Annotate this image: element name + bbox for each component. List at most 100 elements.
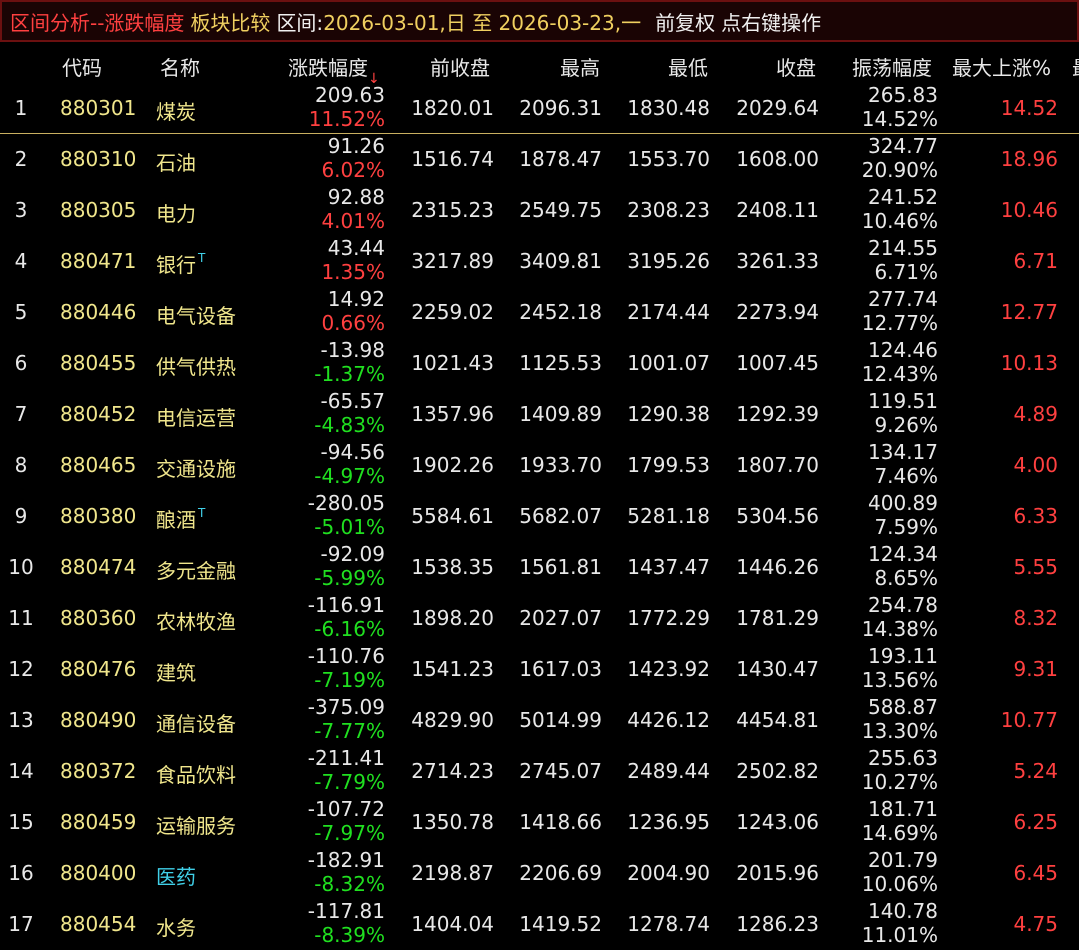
row-high: 3409.81 [519, 249, 602, 273]
row-code[interactable]: 880372 [60, 759, 136, 783]
row-max-up: 8.32 [1013, 606, 1058, 630]
row-name-text: 多元金融 [156, 559, 236, 583]
row-name[interactable]: 电力 [156, 198, 196, 227]
col-code[interactable]: 代码 [62, 52, 102, 81]
col-change[interactable]: 涨跌幅度↓ [288, 52, 380, 87]
row-amplitude: 255.63 10.27% [862, 746, 938, 794]
col-low[interactable]: 最低 [668, 52, 708, 81]
table-row[interactable]: 5 880446 电气设备 14.92 0.66% 2259.02 2452.18 2174.… [0, 287, 1079, 338]
row-amplitude: 201.79 10.06% [862, 848, 938, 896]
row-name[interactable]: 电气设备 [156, 300, 236, 329]
row-code[interactable]: 880446 [60, 300, 136, 324]
row-name[interactable]: 通信设备 [156, 708, 236, 737]
row-change: -375.09 -7.77% [308, 695, 385, 743]
row-change-pct: -4.97% [314, 464, 385, 488]
col-cutoff[interactable]: 最 [1072, 52, 1079, 81]
table-row[interactable]: 8 880465 交通设施 -94.56 -4.97% 1902.26 1933.70 179… [0, 440, 1079, 491]
range-label: 区间: [276, 10, 324, 35]
row-amplitude-value: 124.46 [868, 338, 938, 362]
row-prev-close: 1902.26 [411, 453, 494, 477]
row-code[interactable]: 880305 [60, 198, 136, 222]
row-name-text: 通信设备 [156, 712, 236, 736]
row-low: 3195.26 [627, 249, 710, 273]
row-name[interactable]: 食品饮料 [156, 759, 236, 788]
col-name[interactable]: 名称 [160, 52, 200, 81]
row-prev-close: 1021.43 [411, 351, 494, 375]
row-name[interactable]: 电信运营 [156, 402, 236, 431]
table-row[interactable]: 12 880476 建筑 -110.76 -7.19% 1541.23 1617.03 142… [0, 644, 1079, 695]
row-code[interactable]: 880474 [60, 555, 136, 579]
col-high[interactable]: 最高 [560, 52, 600, 81]
table-row[interactable]: 17 880454 水务 -117.81 -8.39% 1404.04 1419.52 127… [0, 899, 1079, 950]
row-amplitude: 277.74 12.77% [862, 287, 938, 335]
row-code[interactable]: 880465 [60, 453, 136, 477]
row-code[interactable]: 880452 [60, 402, 136, 426]
row-code[interactable]: 880380 [60, 504, 136, 528]
table-row[interactable]: 11 880360 农林牧渔 -116.91 -6.16% 1898.20 2027.07 1… [0, 593, 1079, 644]
row-code[interactable]: 880459 [60, 810, 136, 834]
table-row[interactable]: 7 880452 电信运营 -65.57 -4.83% 1357.96 1409.89 129… [0, 389, 1079, 440]
table-row[interactable]: 3 880305 电力 92.88 4.01% 2315.23 2549.75 2308.23… [0, 185, 1079, 236]
table-row[interactable]: 13 880490 通信设备 -375.09 -7.77% 4829.90 5014.99 4… [0, 695, 1079, 746]
row-code[interactable]: 880490 [60, 708, 136, 732]
row-index: 13 [8, 708, 34, 732]
table-row[interactable]: 2 880310 石油 91.26 6.02% 1516.74 1878.47 1553.70… [0, 134, 1079, 185]
row-code[interactable]: 880471 [60, 249, 136, 273]
col-prev-close[interactable]: 前收盘 [430, 52, 490, 81]
row-prev-close: 2259.02 [411, 300, 494, 324]
row-close: 3261.33 [736, 249, 819, 273]
row-amplitude: 241.52 10.46% [862, 185, 938, 233]
row-name[interactable]: 建筑 [156, 657, 196, 686]
row-high: 2745.07 [519, 759, 602, 783]
table-row[interactable]: 6 880455 供气供热 -13.98 -1.37% 1021.43 1125.53 100… [0, 338, 1079, 389]
row-close: 1007.45 [736, 351, 819, 375]
row-amplitude: 140.78 11.01% [862, 899, 938, 947]
table-row[interactable]: 16 880400 医药 -182.91 -8.32% 2198.87 2206.69 200… [0, 848, 1079, 899]
row-close: 1608.00 [736, 147, 819, 171]
row-code[interactable]: 880400 [60, 861, 136, 885]
row-code[interactable]: 880454 [60, 912, 136, 936]
row-name[interactable]: 医药 [156, 861, 196, 890]
row-change-value: -94.56 [320, 440, 385, 464]
row-name[interactable]: 酿酒 T [156, 504, 205, 533]
row-code[interactable]: 880310 [60, 147, 136, 171]
row-code[interactable]: 880476 [60, 657, 136, 681]
row-name[interactable]: 供气供热 [156, 351, 236, 380]
row-index: 10 [8, 555, 34, 579]
table-row[interactable]: 4 880471 银行 T 43.44 1.35% 3217.89 3409.81 3195.2… [0, 236, 1079, 287]
range-value[interactable]: 2026-03-01,日 至 2026-03-23,一 [323, 7, 641, 36]
row-low: 1799.53 [627, 453, 710, 477]
table-row[interactable]: 1 880301 煤炭 209.63 11.52% 1820.01 2096.31 1830.… [0, 83, 1079, 134]
row-change: 91.26 6.02% [321, 134, 385, 182]
row-name[interactable]: 交通设施 [156, 453, 236, 482]
row-name[interactable]: 运输服务 [156, 810, 236, 839]
row-code[interactable]: 880455 [60, 351, 136, 375]
row-high: 1617.03 [519, 657, 602, 681]
row-name-text: 石油 [156, 151, 196, 175]
table-row[interactable]: 10 880474 多元金融 -92.09 -5.99% 1538.35 1561.81 14… [0, 542, 1079, 593]
row-change: -117.81 -8.39% [308, 899, 385, 947]
row-name[interactable]: 银行 T [156, 249, 205, 278]
row-max-up: 12.77 [1000, 300, 1058, 324]
row-name[interactable]: 多元金融 [156, 555, 236, 584]
row-change: -110.76 -7.19% [308, 644, 385, 692]
table-row[interactable]: 15 880459 运输服务 -107.72 -7.97% 1350.78 1418.66 1… [0, 797, 1079, 848]
row-code[interactable]: 880301 [60, 96, 136, 120]
compare-mode[interactable]: 板块比较 [190, 7, 270, 36]
col-max-up[interactable]: 最大上涨% [952, 52, 1051, 81]
table-row[interactable]: 14 880372 食品饮料 -211.41 -7.79% 2714.23 2745.07 2… [0, 746, 1079, 797]
col-close[interactable]: 收盘 [776, 52, 816, 81]
row-prev-close: 4829.90 [411, 708, 494, 732]
row-name-text: 交通设施 [156, 457, 236, 481]
col-amplitude[interactable]: 振荡幅度 [852, 52, 932, 81]
row-change-value: -92.09 [320, 542, 385, 566]
adjust-mode[interactable]: 前复权 [655, 7, 715, 36]
table-row[interactable]: 9 880380 酿酒 T -280.05 -5.01% 5584.61 5682.07 528… [0, 491, 1079, 542]
row-name[interactable]: 农林牧渔 [156, 606, 236, 635]
row-close: 1781.29 [736, 606, 819, 630]
row-name[interactable]: 水务 [156, 912, 196, 941]
row-code[interactable]: 880360 [60, 606, 136, 630]
row-name[interactable]: 石油 [156, 147, 196, 176]
row-change-pct: -6.16% [314, 617, 385, 641]
row-name[interactable]: 煤炭 [156, 96, 196, 125]
